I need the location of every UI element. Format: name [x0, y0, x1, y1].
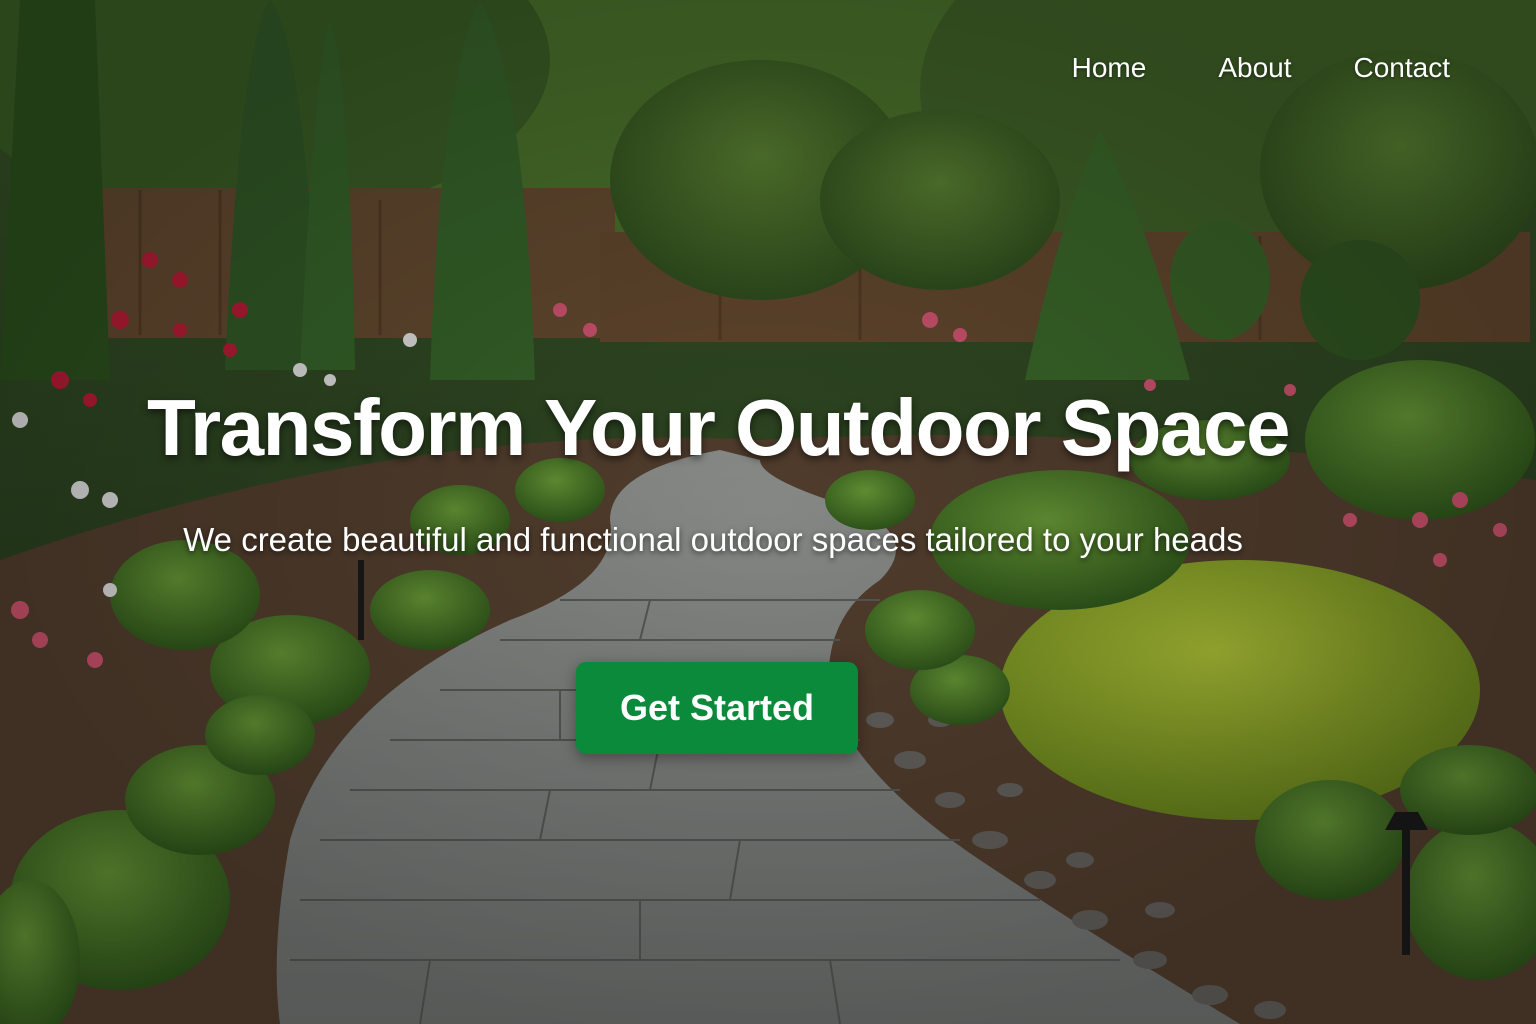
- nav-link-contact[interactable]: Contact: [1354, 52, 1451, 84]
- nav-link-home[interactable]: Home: [1072, 52, 1147, 84]
- hero-section: Home About Contact Transform Your Outdoo…: [0, 0, 1536, 1024]
- top-navigation: Home About Contact: [1072, 52, 1450, 84]
- nav-link-about[interactable]: About: [1218, 52, 1291, 84]
- hero-title: Transform Your Outdoor Space: [147, 383, 1290, 472]
- get-started-button[interactable]: Get Started: [576, 662, 858, 754]
- hero-subtitle: We create beautiful and functional outdo…: [183, 521, 1243, 558]
